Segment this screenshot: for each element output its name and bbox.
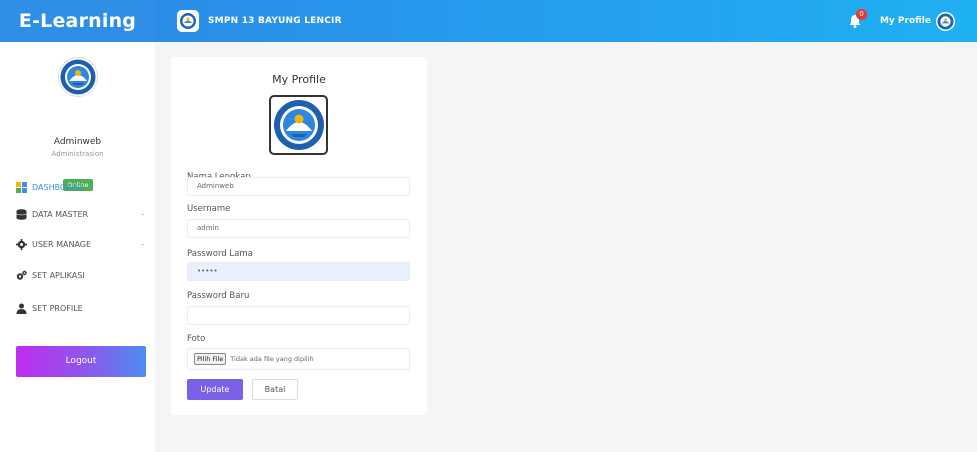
username-input[interactable]: admin — [187, 219, 410, 238]
nama-lengkap-input[interactable]: Adminweb — [187, 177, 410, 196]
brand-header[interactable]: E-Learning — [0, 0, 155, 42]
user-name: Adminweb — [53, 137, 102, 147]
user-icon — [16, 303, 27, 314]
sidebar-item-user-manage[interactable]: USER MANAGE - — [16, 236, 146, 252]
school-logo-icon — [177, 10, 199, 32]
notification-bell[interactable]: 0 — [846, 9, 867, 30]
sidebar-item-dashboard[interactable]: DASHBOARD — [16, 179, 146, 195]
navbar: SMPN 13 BAYUNG LENCIR 0 My Profile — [155, 0, 977, 42]
page-title: My Profile — [272, 73, 326, 86]
field-label-password-lama: Password Lama — [187, 249, 253, 259]
sidebar-item-label: SET PROFILE — [32, 303, 83, 313]
user-avatar — [58, 57, 98, 97]
cancel-button[interactable]: Batal — [252, 379, 298, 400]
logout-button[interactable]: Logout — [16, 346, 146, 377]
school-name: SMPN 13 BAYUNG LENCIR — [208, 16, 342, 26]
choose-file-button[interactable]: Pilih File — [194, 353, 227, 365]
brand-title: E-Learning — [18, 10, 137, 32]
password-lama-input[interactable]: ••••• — [187, 262, 410, 281]
sidebar-item-set-profile[interactable]: SET PROFILE — [16, 300, 146, 316]
user-role: Administrasion — [51, 150, 104, 158]
sidebar-item-label: DASHBOARD — [32, 182, 84, 192]
profile-card: My Profile Nama Lengkap Adminweb Usernam… — [171, 57, 427, 415]
sidebar-item-label: SET APLIKASI — [32, 270, 85, 280]
field-label-foto: Foto — [187, 334, 206, 344]
expand-indicator: - — [141, 239, 144, 249]
sidebar: Adminweb Administrasion Online DASHBOARD… — [0, 42, 155, 452]
field-label-password-baru: Password Baru — [187, 291, 250, 301]
notification-badge: 0 — [855, 9, 867, 20]
database-icon — [16, 208, 27, 220]
sidebar-item-label: USER MANAGE — [32, 239, 92, 249]
update-button[interactable]: Update — [187, 379, 243, 400]
photo-file-input[interactable]: Pilih File Tidak ada file yang dipilih — [187, 348, 410, 370]
field-label-username: Username — [187, 204, 231, 214]
sidebar-item-set-aplikasi[interactable]: SET APLIKASI — [16, 267, 146, 283]
gears-icon — [16, 270, 27, 281]
expand-indicator: - — [141, 209, 144, 219]
file-status-text: Tidak ada file yang dipilih — [230, 355, 314, 363]
top-bar: E-Learning SMPN 13 BAYUNG LENCIR 0 My Pr… — [0, 0, 977, 42]
password-baru-input[interactable] — [187, 306, 410, 325]
gear-icon — [16, 238, 27, 250]
my-profile-link[interactable]: My Profile — [880, 16, 931, 26]
sidebar-item-label: DATA MASTER — [32, 209, 89, 219]
nav-right: 0 My Profile — [846, 0, 955, 42]
sidebar-item-data-master[interactable]: DATA MASTER - — [16, 206, 146, 222]
dashboard-icon — [16, 181, 27, 193]
profile-avatar[interactable] — [936, 11, 955, 31]
profile-photo — [269, 95, 328, 155]
